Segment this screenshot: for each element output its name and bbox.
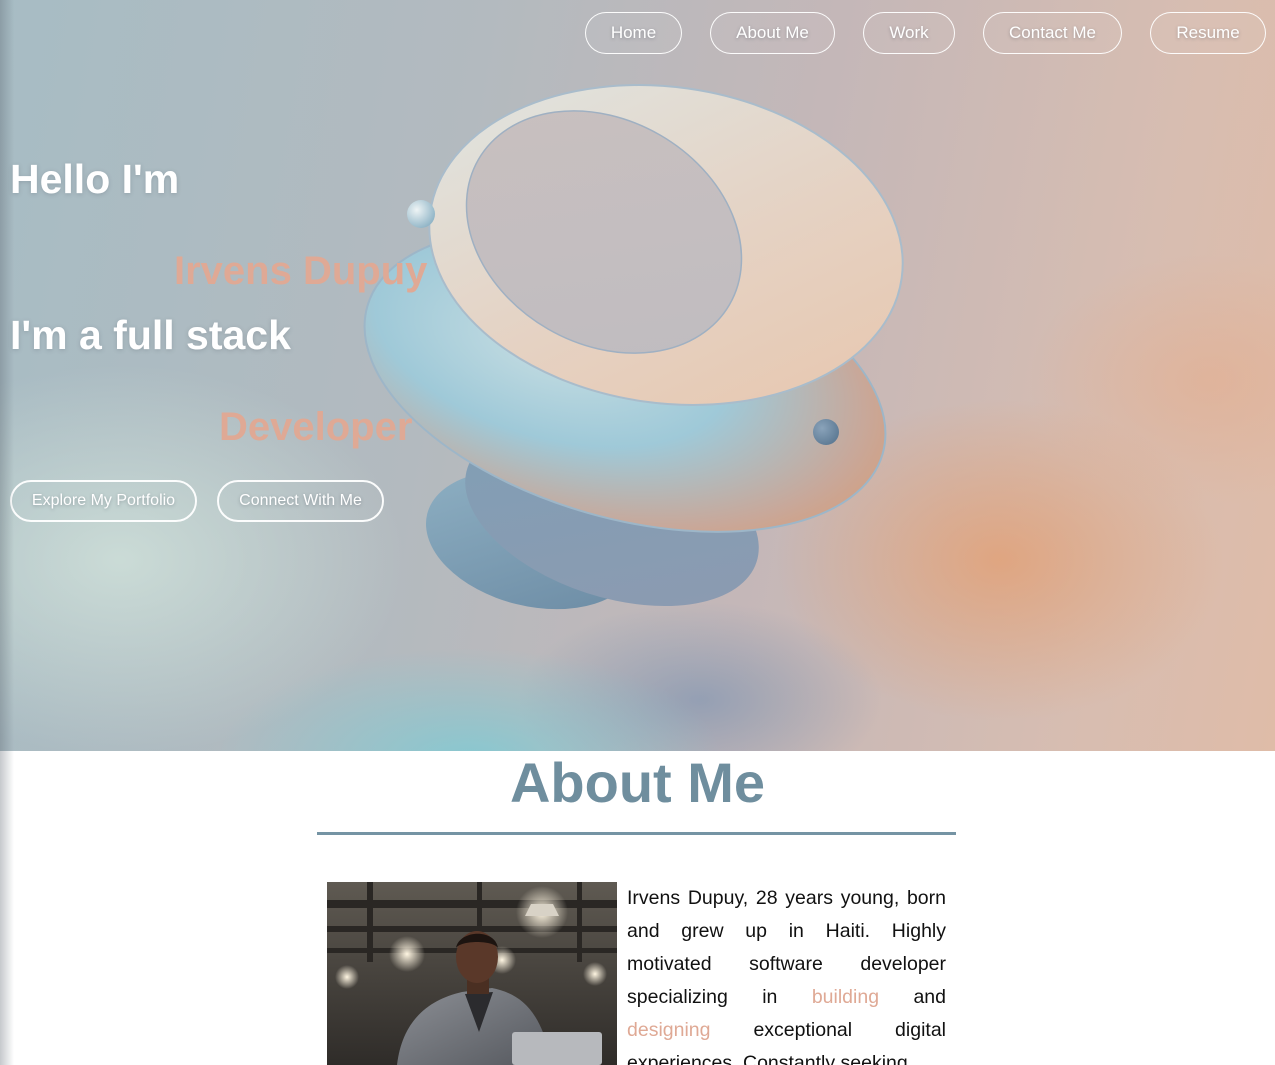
bio-text-2: and: [879, 986, 946, 1008]
bio-accent-building: building: [811, 986, 880, 1008]
bio-accent-designing: designing: [627, 1019, 711, 1041]
nav-work-button[interactable]: Work: [863, 12, 955, 54]
hero-role-prefix: I'm a full stack: [10, 312, 291, 358]
hero-name: Irvens Dupuy: [174, 249, 428, 293]
profile-photo: [327, 882, 617, 1065]
about-title: About Me: [509, 751, 766, 814]
hero-3d-artwork: [363, 84, 904, 610]
about-bio: Irvens Dupuy, 28 years young, born and g…: [627, 882, 946, 1065]
hero-section: Home About Me Work Contact Me Resume Hel…: [0, 0, 1275, 751]
nav-contact-button[interactable]: Contact Me: [983, 12, 1122, 54]
nav-home-button[interactable]: Home: [585, 12, 682, 54]
nav-resume-button[interactable]: Resume: [1150, 12, 1266, 54]
hero-role: Developer: [219, 405, 413, 449]
hero-greeting: Hello I'm: [10, 156, 180, 202]
explore-portfolio-button[interactable]: Explore My Portfolio: [10, 480, 197, 522]
about-divider: [317, 832, 956, 835]
nav-about-button[interactable]: About Me: [710, 12, 835, 54]
connect-button[interactable]: Connect With Me: [217, 480, 384, 522]
